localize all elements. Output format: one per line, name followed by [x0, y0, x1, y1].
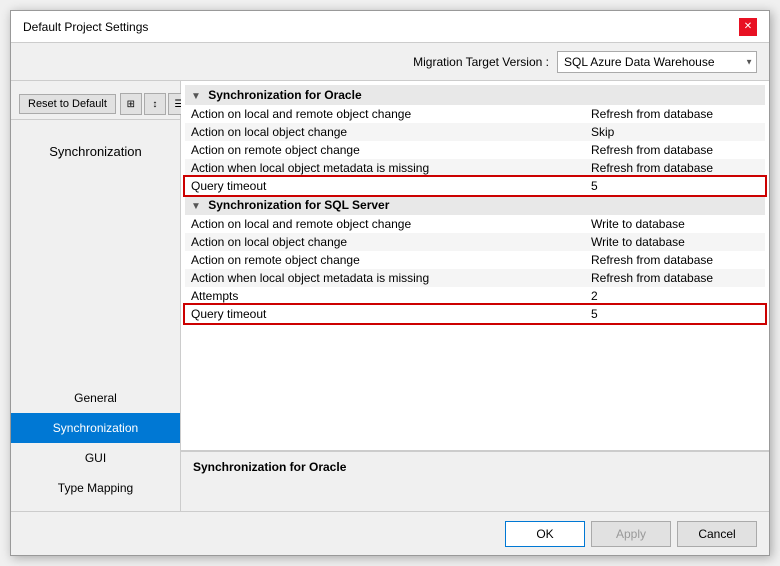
collapse-sql-icon[interactable]: ▼ [191, 201, 201, 212]
sql-attempts-label: Attempts [185, 287, 585, 305]
sql-section-title: Synchronization for SQL Server [208, 198, 389, 212]
sidebar-nav: General Synchronization GUI Type Mapping [11, 383, 180, 511]
oracle-query-timeout-row[interactable]: Query timeout 5 [185, 177, 765, 195]
oracle-section-title: Synchronization for Oracle [208, 88, 361, 102]
oracle-row-1-label: Action on local and remote object change [185, 105, 585, 123]
migration-select[interactable]: SQL Azure Data Warehouse SQL Server 2016… [557, 51, 757, 73]
ok-button[interactable]: OK [505, 521, 585, 547]
oracle-row-4-value: Refresh from database [585, 159, 765, 177]
sql-row-2-label: Action on local object change [185, 233, 585, 251]
oracle-row-3-value: Refresh from database [585, 141, 765, 159]
sql-row-3-value: Refresh from database [585, 251, 765, 269]
migration-label: Migration Target Version : [413, 55, 549, 69]
sql-row-4-label: Action when local object metadata is mis… [185, 269, 585, 287]
main-area: Reset to Default ⊞ ↕ ☰ Synchronization G… [11, 81, 769, 511]
table-row: Action on local object change Skip [185, 123, 765, 141]
close-button[interactable]: ✕ [739, 18, 757, 36]
table-row: Action when local object metadata is mis… [185, 269, 765, 287]
oracle-query-timeout-value: 5 [585, 177, 765, 195]
settings-panel[interactable]: ▼ Synchronization for Oracle Action on l… [181, 81, 769, 451]
table-row: Action on remote object change Refresh f… [185, 251, 765, 269]
dialog: Default Project Settings ✕ Migration Tar… [10, 10, 770, 556]
sql-query-timeout-value: 5 [585, 305, 765, 323]
oracle-row-2-value: Skip [585, 123, 765, 141]
sidebar: Reset to Default ⊞ ↕ ☰ Synchronization G… [11, 81, 181, 511]
cancel-button[interactable]: Cancel [677, 521, 757, 547]
sql-row-2-value: Write to database [585, 233, 765, 251]
table-row: Attempts 2 [185, 287, 765, 305]
apply-button[interactable]: Apply [591, 521, 671, 547]
settings-table: ▼ Synchronization for Oracle Action on l… [185, 85, 765, 323]
toolbar-icons: ⊞ ↕ ☰ [120, 93, 190, 115]
sql-query-timeout-row[interactable]: Query timeout 5 [185, 305, 765, 323]
sidebar-item-synchronization[interactable]: Synchronization [11, 413, 180, 443]
oracle-section-header: ▼ Synchronization for Oracle [185, 85, 765, 105]
sql-row-3-label: Action on remote object change [185, 251, 585, 269]
content-area: ▼ Synchronization for Oracle Action on l… [181, 81, 769, 511]
table-row: Action on local and remote object change… [185, 215, 765, 233]
oracle-row-4-label: Action when local object metadata is mis… [185, 159, 585, 177]
oracle-row-3-label: Action on remote object change [185, 141, 585, 159]
sql-row-1-value: Write to database [585, 215, 765, 233]
top-bar: Migration Target Version : SQL Azure Dat… [11, 43, 769, 81]
table-row: Action when local object metadata is mis… [185, 159, 765, 177]
sort-icon-button[interactable]: ↕ [144, 93, 166, 115]
table-row: Action on remote object change Refresh f… [185, 141, 765, 159]
sidebar-top: Reset to Default ⊞ ↕ ☰ [11, 89, 180, 120]
sql-query-timeout-label: Query timeout [185, 305, 585, 323]
sidebar-section-label: Synchronization [11, 132, 180, 171]
footer: OK Apply Cancel [11, 511, 769, 555]
migration-select-wrapper[interactable]: SQL Azure Data Warehouse SQL Server 2016… [557, 51, 757, 73]
sql-section-header: ▼ Synchronization for SQL Server [185, 195, 765, 215]
sidebar-item-general[interactable]: General [11, 383, 180, 413]
dialog-title: Default Project Settings [23, 20, 148, 34]
oracle-row-2-label: Action on local object change [185, 123, 585, 141]
sidebar-item-gui[interactable]: GUI [11, 443, 180, 473]
reset-button[interactable]: Reset to Default [19, 94, 116, 114]
table-row: Action on local object change Write to d… [185, 233, 765, 251]
oracle-row-1-value: Refresh from database [585, 105, 765, 123]
sort-icon: ↕ [152, 99, 157, 110]
grid-icon-button[interactable]: ⊞ [120, 93, 142, 115]
bottom-section: Synchronization for Oracle [181, 451, 769, 511]
table-row: Action on local and remote object change… [185, 105, 765, 123]
collapse-oracle-icon[interactable]: ▼ [191, 91, 201, 102]
oracle-query-timeout-label: Query timeout [185, 177, 585, 195]
grid-icon: ⊞ [127, 99, 135, 110]
title-bar: Default Project Settings ✕ [11, 11, 769, 43]
bottom-section-title: Synchronization for Oracle [193, 460, 757, 474]
sql-row-4-value: Refresh from database [585, 269, 765, 287]
sidebar-item-type-mapping[interactable]: Type Mapping [11, 473, 180, 503]
sql-attempts-value: 2 [585, 287, 765, 305]
sql-row-1-label: Action on local and remote object change [185, 215, 585, 233]
